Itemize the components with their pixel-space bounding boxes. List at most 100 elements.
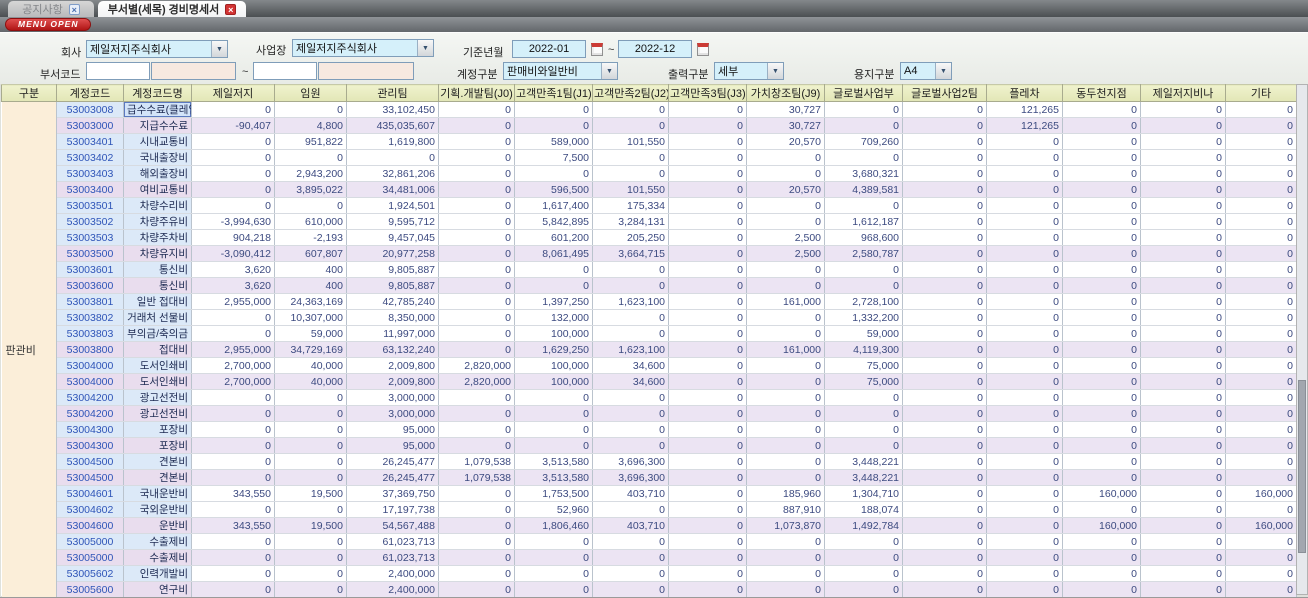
amount-cell[interactable]: 0 bbox=[274, 421, 347, 438]
amount-cell[interactable]: 0 bbox=[746, 453, 825, 470]
amount-cell[interactable]: 610,000 bbox=[274, 213, 347, 230]
amount-cell[interactable]: 1,753,500 bbox=[514, 485, 593, 502]
column-header[interactable]: 가치창조팀(J9) bbox=[746, 84, 825, 102]
amount-cell[interactable]: 1,619,800 bbox=[346, 133, 439, 150]
account-code-cell[interactable]: 53004200 bbox=[56, 389, 124, 406]
amount-cell[interactable]: 0 bbox=[438, 213, 515, 230]
amount-cell[interactable]: 34,600 bbox=[592, 357, 669, 374]
amount-cell[interactable]: 1,612,187 bbox=[824, 213, 903, 230]
amount-cell[interactable]: 0 bbox=[1225, 261, 1297, 278]
amount-cell[interactable]: 400 bbox=[274, 277, 347, 294]
amount-cell[interactable]: 0 bbox=[1062, 181, 1141, 198]
amount-cell[interactable]: 0 bbox=[1062, 341, 1141, 358]
amount-cell[interactable]: 0 bbox=[438, 101, 515, 118]
amount-cell[interactable]: 0 bbox=[1062, 149, 1141, 166]
amount-cell[interactable]: 0 bbox=[824, 117, 903, 134]
amount-cell[interactable]: 0 bbox=[438, 165, 515, 182]
amount-cell[interactable]: 30,727 bbox=[746, 101, 825, 118]
amount-cell[interactable]: 0 bbox=[902, 325, 987, 342]
amount-cell[interactable]: 2,580,787 bbox=[824, 245, 903, 262]
dept-to-name-field[interactable] bbox=[318, 62, 414, 80]
amount-cell[interactable]: 2,955,000 bbox=[191, 341, 275, 358]
amount-cell[interactable]: 0 bbox=[274, 149, 347, 166]
amount-cell[interactable]: 0 bbox=[986, 485, 1063, 502]
amount-cell[interactable]: 0 bbox=[902, 565, 987, 582]
amount-cell[interactable]: 0 bbox=[438, 405, 515, 422]
amount-cell[interactable]: 0 bbox=[902, 181, 987, 198]
account-code-cell[interactable]: 53003500 bbox=[56, 245, 124, 262]
amount-cell[interactable]: 0 bbox=[1225, 149, 1297, 166]
column-header[interactable]: 구분 bbox=[1, 84, 57, 102]
amount-cell[interactable]: 0 bbox=[902, 421, 987, 438]
amount-cell[interactable]: 5,842,895 bbox=[514, 213, 593, 230]
amount-cell[interactable]: 0 bbox=[668, 405, 747, 422]
amount-cell[interactable]: 34,481,006 bbox=[346, 181, 439, 198]
amount-cell[interactable]: 0 bbox=[1225, 533, 1297, 550]
amount-cell[interactable]: 0 bbox=[1225, 293, 1297, 310]
amount-cell[interactable]: 0 bbox=[668, 469, 747, 486]
amount-cell[interactable]: 0 bbox=[274, 565, 347, 582]
amount-cell[interactable]: 0 bbox=[1062, 325, 1141, 342]
amount-cell[interactable]: 0 bbox=[668, 325, 747, 342]
amount-cell[interactable]: 19,500 bbox=[274, 485, 347, 502]
amount-cell[interactable]: 0 bbox=[1140, 341, 1226, 358]
amount-cell[interactable]: 1,623,100 bbox=[592, 341, 669, 358]
amount-cell[interactable]: 0 bbox=[274, 581, 347, 597]
amount-cell[interactable]: 59,000 bbox=[274, 325, 347, 342]
account-name-cell[interactable]: 수출제비 bbox=[123, 533, 192, 550]
amount-cell[interactable]: 0 bbox=[1140, 197, 1226, 214]
amount-cell[interactable]: 161,000 bbox=[746, 293, 825, 310]
amount-cell[interactable]: 0 bbox=[1062, 533, 1141, 550]
amount-cell[interactable]: 160,000 bbox=[1225, 517, 1297, 534]
column-header[interactable]: 글로벌사업2팀 bbox=[902, 84, 987, 102]
amount-cell[interactable]: 0 bbox=[1225, 501, 1297, 518]
amount-cell[interactable]: 0 bbox=[1062, 405, 1141, 422]
amount-cell[interactable]: 0 bbox=[986, 453, 1063, 470]
amount-cell[interactable]: 0 bbox=[1062, 117, 1141, 134]
column-header[interactable]: 고객만족3팀(J3) bbox=[668, 84, 747, 102]
account-name-cell[interactable]: 부의금/축의금 bbox=[123, 325, 192, 342]
amount-cell[interactable]: 17,197,738 bbox=[346, 501, 439, 518]
amount-cell[interactable]: 205,250 bbox=[592, 229, 669, 246]
amount-cell[interactable]: 0 bbox=[746, 565, 825, 582]
amount-cell[interactable]: 0 bbox=[438, 293, 515, 310]
amount-cell[interactable]: 0 bbox=[902, 549, 987, 566]
amount-cell[interactable]: 0 bbox=[668, 533, 747, 550]
amount-cell[interactable]: 0 bbox=[1225, 581, 1297, 597]
amount-cell[interactable]: 100,000 bbox=[514, 325, 593, 342]
account-name-cell[interactable]: 접대비 bbox=[123, 341, 192, 358]
account-type-select[interactable]: 판매비와일반비 ▼ bbox=[503, 62, 618, 80]
account-name-cell[interactable]: 인력개발비 bbox=[123, 565, 192, 582]
amount-cell[interactable]: 0 bbox=[668, 437, 747, 454]
amount-cell[interactable]: 0 bbox=[1140, 533, 1226, 550]
amount-cell[interactable]: 0 bbox=[902, 373, 987, 390]
amount-cell[interactable]: 951,822 bbox=[274, 133, 347, 150]
amount-cell[interactable]: 3,696,300 bbox=[592, 469, 669, 486]
amount-cell[interactable]: 0 bbox=[1140, 501, 1226, 518]
amount-cell[interactable]: 0 bbox=[902, 389, 987, 406]
amount-cell[interactable]: 0 bbox=[746, 309, 825, 326]
amount-cell[interactable]: 19,500 bbox=[274, 517, 347, 534]
amount-cell[interactable]: 0 bbox=[824, 405, 903, 422]
chevron-down-icon[interactable]: ▼ bbox=[935, 63, 951, 79]
amount-cell[interactable]: 0 bbox=[514, 421, 593, 438]
amount-cell[interactable]: 0 bbox=[1225, 117, 1297, 134]
account-name-cell[interactable]: 도서인쇄비 bbox=[123, 357, 192, 374]
amount-cell[interactable]: 0 bbox=[668, 485, 747, 502]
amount-cell[interactable]: 0 bbox=[986, 229, 1063, 246]
amount-cell[interactable]: 0 bbox=[902, 117, 987, 134]
amount-cell[interactable]: 0 bbox=[986, 277, 1063, 294]
amount-cell[interactable]: 0 bbox=[902, 485, 987, 502]
amount-cell[interactable]: 0 bbox=[746, 213, 825, 230]
amount-cell[interactable]: 2,955,000 bbox=[191, 293, 275, 310]
amount-cell[interactable]: 0 bbox=[986, 389, 1063, 406]
account-code-cell[interactable]: 53004000 bbox=[56, 373, 124, 390]
calendar-icon[interactable] bbox=[591, 43, 603, 56]
amount-cell[interactable]: 0 bbox=[191, 149, 275, 166]
amount-cell[interactable]: 0 bbox=[986, 165, 1063, 182]
amount-cell[interactable]: 3,448,221 bbox=[824, 469, 903, 486]
amount-cell[interactable]: 0 bbox=[902, 277, 987, 294]
amount-cell[interactable]: 0 bbox=[592, 533, 669, 550]
amount-cell[interactable]: 0 bbox=[438, 421, 515, 438]
amount-cell[interactable]: 0 bbox=[668, 149, 747, 166]
